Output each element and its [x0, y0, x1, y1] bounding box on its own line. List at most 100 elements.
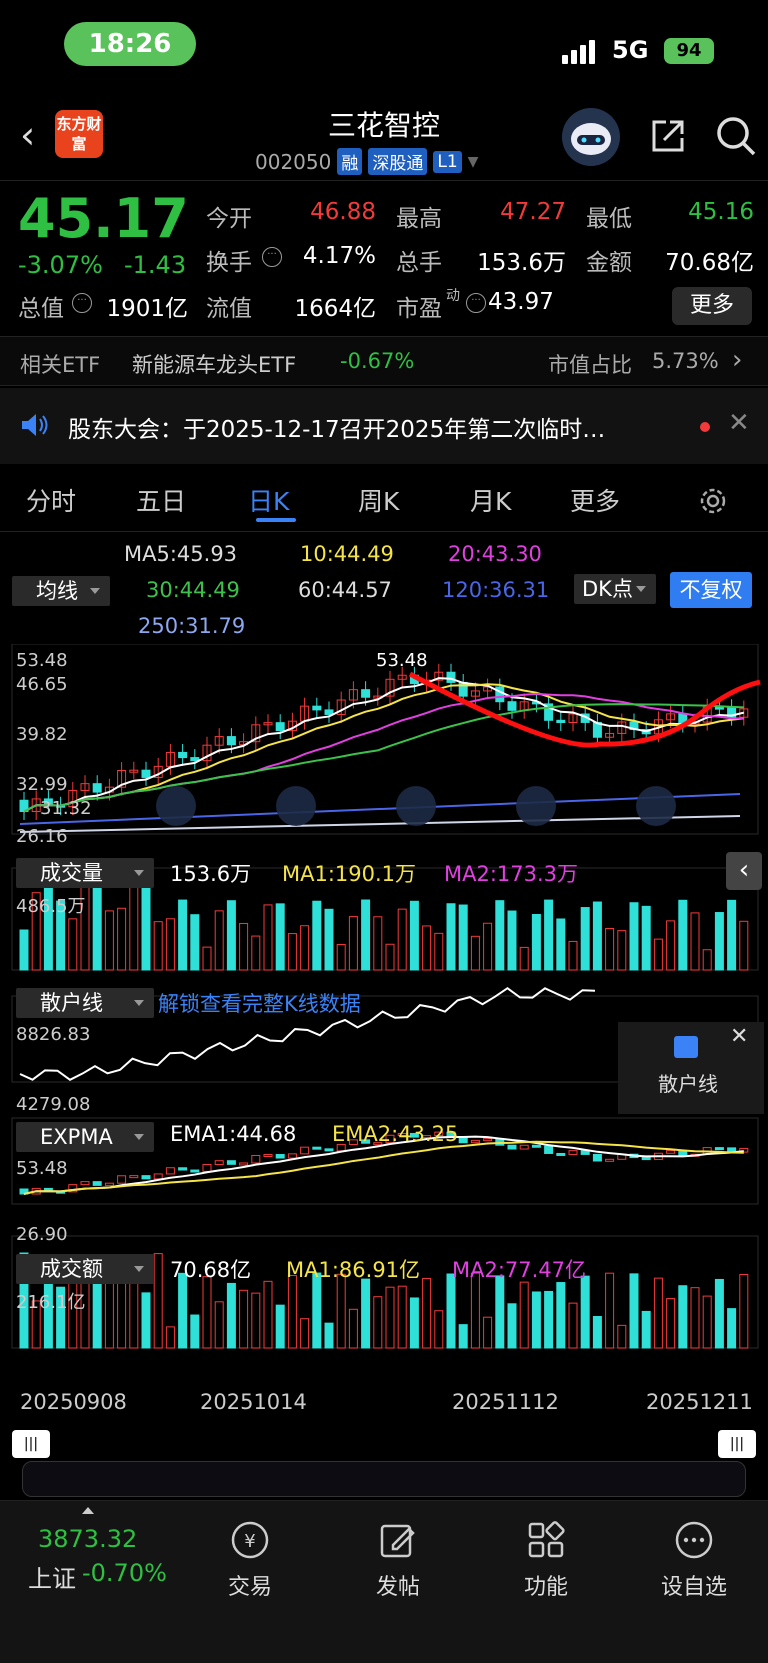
- more-button[interactable]: 更多: [672, 287, 752, 325]
- amount-bar: [739, 1273, 749, 1349]
- expma-candle: [287, 1153, 297, 1159]
- unlock-link[interactable]: 解锁查看完整K线数据: [158, 988, 361, 1018]
- volume-bar: [165, 918, 175, 971]
- close-icon[interactable]: ✕: [728, 408, 750, 438]
- search-icon[interactable]: [714, 114, 758, 158]
- volume-value: 153.6万: [170, 862, 252, 886]
- retail-axis-min: 4279.08: [16, 1094, 91, 1115]
- stat-label-amount: 金额: [586, 250, 632, 276]
- amount-bar: [727, 1308, 737, 1349]
- volume-bar: [239, 922, 249, 971]
- expma-candle: [129, 1175, 139, 1179]
- volume-bar: [434, 932, 444, 971]
- volume-bar: [19, 929, 29, 971]
- amount-axis-max: 216.1亿: [16, 1292, 86, 1313]
- nav-functions[interactable]: 功能: [496, 1519, 596, 1601]
- indicator-select-expma[interactable]: EXPMA: [16, 1122, 154, 1152]
- amount-bar: [446, 1273, 456, 1349]
- info-icon[interactable]: ···: [72, 293, 92, 313]
- expma-candle: [141, 1175, 151, 1180]
- stat-value-pe: 43.97: [488, 289, 554, 315]
- adjust-button[interactable]: 不复权: [670, 572, 752, 608]
- tab-five-day[interactable]: 五日: [136, 482, 186, 518]
- expma-candle: [165, 1167, 175, 1175]
- volume-bar: [641, 905, 651, 971]
- index-name: 上证: [28, 1565, 76, 1593]
- date-label: 20251211: [646, 1390, 753, 1414]
- stat-value-amount: 70.68亿: [665, 250, 754, 276]
- volume-bar: [519, 946, 529, 971]
- volume-bar: [592, 901, 602, 971]
- nav-post[interactable]: 发帖: [348, 1519, 448, 1601]
- amount-bar: [617, 1324, 627, 1349]
- nav-trade[interactable]: ¥ 交易: [200, 1519, 300, 1601]
- tab-weekly-k[interactable]: 周K: [358, 482, 399, 518]
- amount-bar: [336, 1273, 346, 1349]
- info-icon[interactable]: ···: [466, 293, 486, 313]
- gear-icon[interactable]: [696, 484, 730, 518]
- retail-overlay-panel[interactable]: 散户线 ✕: [618, 1022, 764, 1114]
- amount-bar: [556, 1282, 566, 1349]
- indicator-select-amount[interactable]: 成交额: [16, 1254, 154, 1284]
- expma-candle: [568, 1150, 578, 1155]
- assistant-avatar-icon[interactable]: [562, 108, 620, 166]
- nav-label: 发帖: [375, 1575, 420, 1600]
- volume-bar: [263, 904, 273, 971]
- index-value[interactable]: 3873.32: [38, 1525, 137, 1553]
- tab-daily-k[interactable]: 日K: [248, 482, 289, 518]
- retail-panel-label: 散户线: [658, 1072, 718, 1096]
- expma-candle: [80, 1181, 90, 1186]
- input-bar[interactable]: [22, 1461, 746, 1497]
- volume-bar: [312, 900, 322, 971]
- notice-bar[interactable]: 股东大会：于2025-12-17召开2025年第二次临时… ✕: [0, 388, 768, 464]
- chart-nav-circle: [516, 786, 556, 826]
- notice-text: 股东大会：于2025-12-17召开2025年第二次临时…: [68, 417, 606, 443]
- ma30-label: 30:44.49: [146, 578, 240, 602]
- collapse-panel-button[interactable]: ‹: [726, 852, 762, 890]
- expma-candle: [239, 1162, 249, 1166]
- related-etf-row[interactable]: 相关ETF 新能源车龙头ETF -0.67% 市值占比 5.73% ›: [0, 336, 768, 386]
- volume-bar: [629, 902, 639, 971]
- candle: [714, 706, 724, 710]
- volume-bar: [409, 900, 419, 971]
- ma120-line: [19, 793, 741, 825]
- amount-bar: [519, 1281, 529, 1349]
- nav-add-watchlist[interactable]: 设自选: [644, 1519, 744, 1601]
- high-marker-label: 53.48: [376, 650, 428, 671]
- stat-value-high: 47.27: [500, 199, 566, 225]
- range-handle-left[interactable]: |||: [12, 1430, 50, 1458]
- share-icon[interactable]: [648, 116, 688, 156]
- indicator-select-volume[interactable]: 成交量: [16, 858, 154, 888]
- tab-intraday[interactable]: 分时: [26, 482, 76, 518]
- chevron-down-icon[interactable]: ▼: [468, 154, 479, 170]
- date-label: 20251014: [200, 1390, 307, 1414]
- volume-bar: [690, 912, 700, 971]
- stat-value-float-cap: 1664亿: [294, 296, 376, 322]
- indicator-select-ma[interactable]: 均线: [12, 576, 110, 606]
- close-icon[interactable]: ✕: [730, 1024, 748, 1049]
- amount-bar: [507, 1303, 517, 1349]
- amount-bar: [605, 1272, 615, 1349]
- expma-candle: [275, 1154, 285, 1159]
- indicator-select-retail[interactable]: 散户线: [16, 988, 154, 1018]
- range-handle-right[interactable]: |||: [718, 1430, 756, 1458]
- amount-bar: [422, 1277, 432, 1349]
- ma250-label: 250:31.79: [138, 614, 246, 638]
- amount-bar: [666, 1298, 676, 1349]
- info-icon[interactable]: ···: [262, 247, 282, 267]
- volume-bar: [666, 920, 676, 971]
- expma-candle: [544, 1145, 554, 1154]
- volume-bar: [348, 916, 358, 971]
- tab-monthly-k[interactable]: 月K: [470, 482, 511, 518]
- tab-more[interactable]: 更多: [570, 482, 620, 518]
- kline-chart-area[interactable]: MA5:45.93 10:44.49 20:43.30 均线 30:44.49 …: [0, 532, 768, 1462]
- volume-bar: [556, 918, 566, 971]
- amount-bar: [409, 1297, 419, 1349]
- amount-bar: [714, 1278, 724, 1349]
- volume-bar: [287, 933, 297, 971]
- candle: [361, 689, 371, 698]
- dk-point-button[interactable]: DK点: [574, 574, 656, 604]
- amount-bar: [153, 1253, 163, 1349]
- chart-nav-circle: [156, 786, 196, 826]
- grid-icon: [528, 1521, 565, 1558]
